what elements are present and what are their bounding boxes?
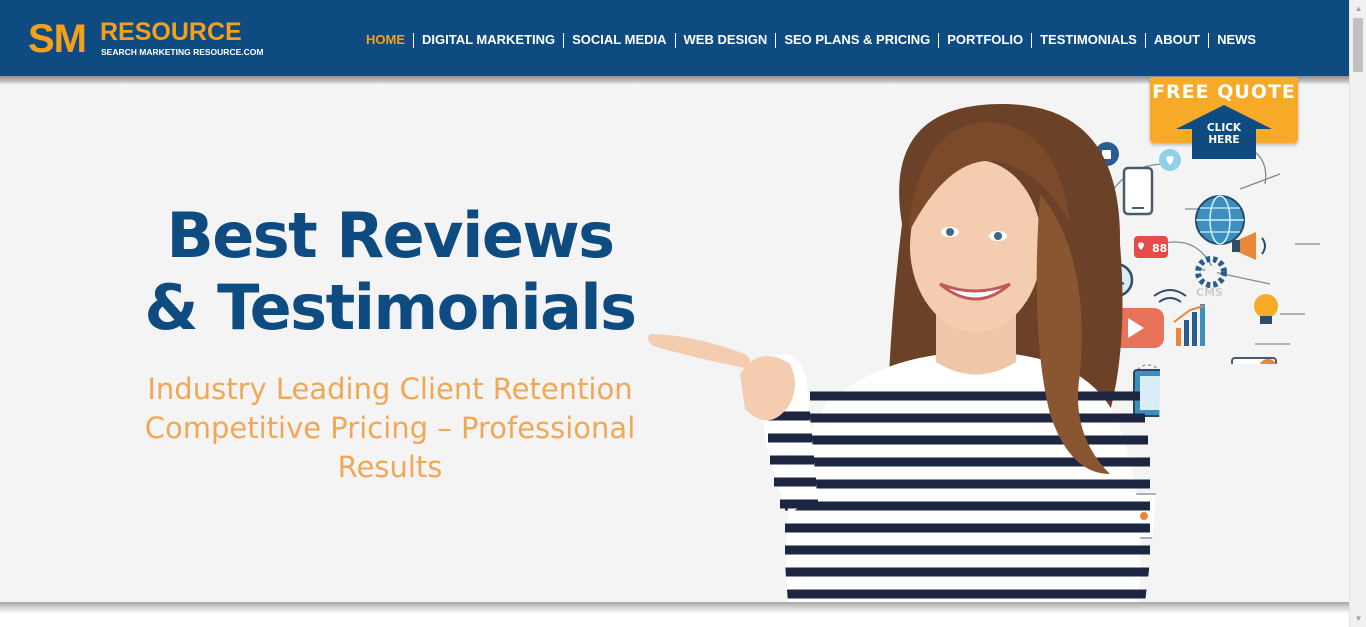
nav-testimonials[interactable]: TESTIMONIALS [1040, 31, 1137, 49]
lightbulb-icon [1254, 294, 1278, 324]
main-nav: HOME DIGITAL MARKETING SOCIAL MEDIA WEB … [366, 31, 1256, 49]
hero-title-line2: & Testimonials [144, 271, 637, 344]
logo-sm-text: SM [28, 17, 87, 61]
free-quote-click-line1: CLICK [1206, 122, 1242, 134]
nav-news[interactable]: NEWS [1217, 31, 1256, 49]
nav-web-design[interactable]: WEB DESIGN [684, 31, 768, 49]
svg-text:88: 88 [1152, 242, 1167, 255]
svg-text:CMS: CMS [1196, 286, 1223, 299]
site-header: SM RESOURCE SEARCH MARKETING RESOURCE.CO… [0, 0, 1349, 76]
nav-separator [938, 32, 940, 48]
chat-heart-icon: 88 [1134, 236, 1168, 258]
nav-seo-plans-pricing[interactable]: SEO PLANS & PRICING [784, 31, 930, 49]
hero-illustration: 88 7% CMS [640, 104, 1340, 602]
logo-resource-text: RESOURCE [100, 18, 242, 46]
nav-digital-marketing[interactable]: DIGITAL MARKETING [422, 31, 555, 49]
nav-separator [775, 32, 777, 48]
nav-separator [563, 32, 565, 48]
hero-subtitle-line2: Competitive Pricing – Professional [144, 411, 636, 445]
scroll-up-arrow-icon[interactable]: ▲ [1350, 0, 1366, 17]
hero-banner: Best Reviews & Testimonials Industry Lea… [0, 84, 1349, 602]
hero-title: Best Reviews & Testimonials [90, 200, 690, 344]
scroll-thumb[interactable] [1353, 18, 1363, 72]
nav-separator [413, 32, 414, 48]
page-scrollbar[interactable]: ▲ ▼ [1349, 0, 1366, 627]
header-shadow [0, 76, 1349, 84]
globe-icon [1195, 195, 1245, 245]
section-divider-shadow [0, 602, 1349, 614]
hero-subtitle-line3: Results [337, 450, 443, 484]
logo-tagline: SEARCH MARKETING RESOURCE.COM [101, 47, 264, 57]
free-quote-button[interactable]: FREE QUOTE CLICK HERE [1150, 77, 1298, 159]
hero-title-line1: Best Reviews [166, 199, 615, 272]
free-quote-title: FREE QUOTE [1152, 81, 1296, 103]
free-quote-click-text: CLICK HERE [1176, 122, 1272, 146]
hero-subtitle-line1: Industry Leading Client Retention [147, 372, 633, 406]
nav-separator [1031, 32, 1033, 48]
hero-subtitle: Industry Leading Client Retention Compet… [90, 370, 690, 487]
free-quote-click-line2: HERE [1208, 134, 1240, 146]
nav-separator [1208, 32, 1210, 48]
nav-separator [1144, 32, 1146, 48]
gear-icon [1195, 256, 1227, 288]
smartphone-icon [1122, 166, 1154, 216]
nav-portfolio[interactable]: PORTFOLIO [947, 31, 1023, 49]
wifi-icon [1153, 289, 1187, 303]
nav-separator [674, 32, 676, 48]
bar-chart-icon [1173, 304, 1205, 346]
nav-home[interactable]: HOME [366, 31, 405, 49]
scroll-down-arrow-icon[interactable]: ▼ [1350, 610, 1366, 627]
nav-social-media[interactable]: SOCIAL MEDIA [572, 31, 666, 49]
woman-photo [640, 104, 1340, 602]
nav-about[interactable]: ABOUT [1154, 31, 1200, 49]
